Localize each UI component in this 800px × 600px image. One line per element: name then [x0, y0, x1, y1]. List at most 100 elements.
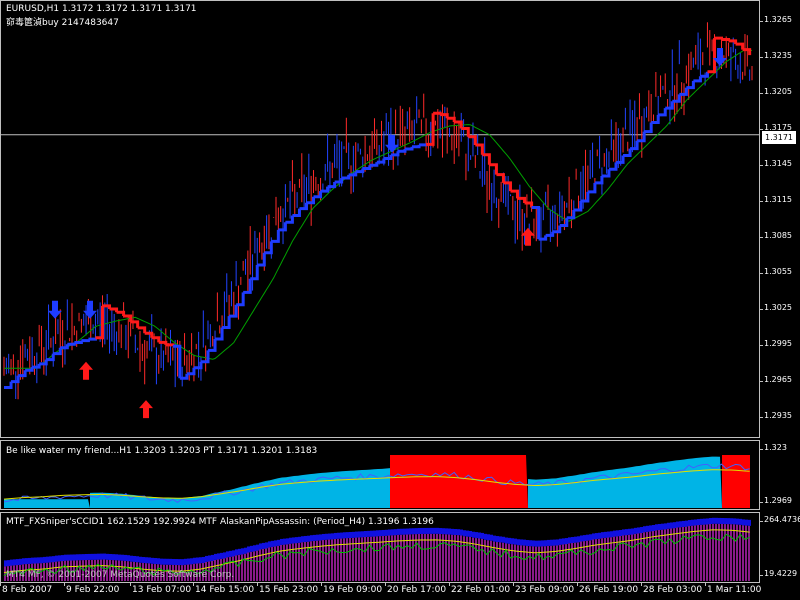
indicator2-blue-band [421, 527, 424, 534]
bull-trend-step [679, 87, 688, 96]
indicator2-blue-band [274, 540, 277, 547]
indicator2-blue-band [325, 533, 328, 540]
indicator2-blue-band [388, 529, 391, 536]
indicator2-blue-band [229, 550, 232, 557]
indicator2-blue-band [316, 534, 319, 541]
bull-trend-step [644, 122, 653, 134]
indicator2-histogram-bar [667, 528, 669, 581]
bull-trend-step [208, 338, 217, 352]
bull-trend-step [250, 265, 259, 281]
indicator2-blue-band [43, 556, 46, 563]
indicator2-histogram-bar [439, 534, 441, 581]
indicator2-histogram-bar [748, 525, 750, 581]
indicator2-histogram-bar [724, 524, 726, 581]
indicator2-histogram-bar [733, 524, 735, 581]
bull-trend-step [306, 196, 316, 205]
indicator2-histogram-bar [412, 534, 414, 581]
indicator2-histogram-bar [376, 536, 378, 581]
indicator2-histogram-bar [538, 546, 540, 581]
indicator2-histogram-bar [370, 536, 372, 581]
time-axis[interactable]: 8 Feb 2007 9 Feb 22:00 13 Feb 07:00 14 F… [0, 583, 800, 600]
indicator2-blue-band [460, 529, 463, 536]
indicator2-histogram-bar [418, 533, 420, 581]
indicator2-blue-band [73, 554, 76, 561]
bear-trend-step [721, 37, 731, 41]
indicator2-blue-band [247, 546, 250, 553]
indicator2-blue-band [118, 554, 121, 561]
indicator2-blue-band [565, 538, 568, 545]
indicator2-blue-band [640, 527, 643, 534]
indicator2-histogram-bar [676, 527, 678, 581]
indicator2-blue-band [706, 518, 709, 525]
indicator2-axis: 264.4736 19.4229 [759, 512, 800, 583]
indicator2-blue-band [742, 519, 745, 526]
indicator2-histogram-bar [415, 534, 417, 581]
indicator2-blue-band [691, 519, 694, 526]
indicator2-blue-band [382, 529, 385, 536]
indicator1-fill [528, 456, 722, 508]
indicator2-blue-band [730, 518, 733, 525]
indicator2-histogram-bar [238, 554, 240, 581]
indicator2-blue-band [493, 535, 496, 542]
indicator2-histogram-bar [373, 536, 375, 581]
indicator2-blue-band [322, 533, 325, 540]
price-axis[interactable]: 1.3265 1.3235 1.3205 1.3175 1.3145 1.311… [760, 0, 800, 438]
indicator2-blue-band [592, 533, 595, 540]
indicator2-blue-band [724, 518, 727, 525]
indicator2-blue-band [79, 554, 82, 561]
indicator2-histogram-bar [430, 533, 432, 581]
chart-canvas[interactable] [0, 0, 760, 583]
bull-trend-step [278, 222, 287, 232]
indicator2-blue-band [523, 539, 526, 546]
bull-trend-step [60, 344, 69, 350]
indicator2-blue-band [748, 519, 751, 526]
indicator2-blue-band [550, 539, 553, 546]
indicator2-histogram-bar [622, 535, 624, 581]
bull-trend-step [383, 154, 393, 161]
indicator2-histogram-bar [244, 553, 246, 581]
indicator2-blue-band [445, 528, 448, 535]
indicator1-axis-bottom: 1.2969 [760, 496, 792, 505]
indicator2-blue-band [376, 530, 379, 537]
indicator2-blue-band [34, 557, 37, 564]
indicator2-blue-band [673, 522, 676, 529]
indicator2-histogram-bar [367, 536, 369, 581]
indicator2-histogram-bar [361, 537, 363, 581]
indicator2-blue-band [739, 518, 742, 525]
indicator2-blue-band [622, 529, 625, 536]
indicator2-blue-band [109, 553, 112, 560]
sell-arrow-icon [83, 300, 97, 319]
indicator2-blue-band [193, 557, 196, 564]
bull-trend-step [193, 361, 203, 370]
indicator2-blue-band [652, 525, 655, 532]
indicator2-blue-band [634, 527, 637, 534]
indicator2-blue-band [736, 518, 739, 525]
price-label: 1.3205 [760, 87, 792, 96]
indicator2-histogram-bar [697, 525, 699, 581]
bear-trend-step [503, 181, 512, 192]
time-label: 15 Feb 23:00 [259, 585, 319, 595]
indicator2-blue-band [70, 554, 73, 561]
indicator2-histogram-bar [544, 546, 546, 581]
bull-trend-step [81, 339, 90, 343]
indicator2-histogram-bar [658, 529, 660, 581]
price-label: 1.2935 [760, 411, 792, 420]
bull-trend-step [559, 217, 569, 227]
copyright-text: MT4 MF, © 2001-2007 MetaQuotes Software … [6, 570, 235, 580]
indicator2-histogram-bar [541, 546, 543, 581]
indicator2-blue-band [448, 528, 451, 535]
indicator2-blue-band [292, 537, 295, 544]
indicator2-blue-band [88, 553, 91, 560]
indicator2-blue-band [712, 517, 715, 524]
indicator2-histogram-bar [523, 545, 525, 581]
bull-trend-step [229, 304, 238, 318]
price-label: 1.3265 [760, 15, 792, 24]
indicator2-blue-band [463, 530, 466, 537]
indicator2-blue-band [385, 529, 388, 536]
bull-trend-step [243, 278, 252, 294]
indicator2-blue-band [625, 529, 628, 536]
indicator2-blue-band [235, 549, 238, 556]
indicator2-blue-band [679, 521, 682, 528]
indicator2-blue-band [301, 536, 304, 543]
indicator2-histogram-bar [625, 535, 627, 581]
